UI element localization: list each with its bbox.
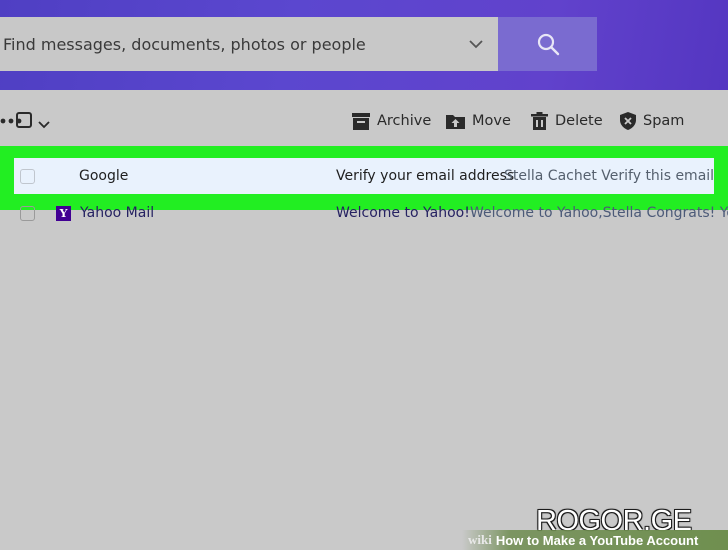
message-snippet: Stella Cachet Verify this email is y [504, 168, 714, 184]
wikihow-caption: wiki How to Make a YouTube Account [462, 530, 728, 550]
chevron-down-icon [38, 121, 50, 129]
select-options-dropdown[interactable] [38, 114, 50, 133]
chevron-down-icon [469, 39, 483, 48]
search-box [0, 17, 498, 71]
yahoo-logo-icon: Y [56, 206, 71, 221]
message-checkbox[interactable] [20, 169, 35, 184]
message-subject: Welcome to Yahoo! [336, 205, 470, 221]
search-icon [537, 33, 559, 56]
archive-label: Archive [377, 113, 432, 129]
message-checkbox[interactable] [20, 206, 35, 221]
spam-button[interactable]: Spam [620, 110, 684, 132]
move-icon [446, 115, 465, 129]
message-sender: Yahoo Mail [80, 205, 155, 221]
archive-button[interactable]: Archive [352, 110, 431, 132]
delete-label: Delete [555, 113, 603, 129]
archive-icon [352, 112, 370, 130]
move-button[interactable]: Move [446, 110, 511, 132]
message-row-yahoo[interactable]: Y Yahoo Mail Welcome to Yahoo! Welcome t… [0, 196, 728, 230]
search-input[interactable] [0, 17, 454, 71]
message-sender: Google [79, 168, 129, 184]
message-snippet: Welcome to Yahoo,Stella Congrats! Your [470, 205, 728, 221]
app-header [0, 0, 728, 90]
move-label: Move [472, 113, 511, 129]
wiki-word: wiki [468, 532, 492, 547]
spam-label: Spam [643, 113, 685, 129]
delete-button[interactable]: Delete [531, 110, 603, 132]
trash-icon [531, 112, 548, 130]
message-subject: Verify your email address [336, 168, 515, 184]
wikihow-title: How to Make a YouTube Account [495, 532, 699, 548]
select-all-checkbox[interactable] [16, 112, 32, 128]
shield-icon [620, 112, 636, 130]
message-toolbar: Archive Move Delete Spam [0, 90, 728, 146]
search-button[interactable] [498, 17, 597, 71]
search-options-dropdown[interactable] [454, 17, 498, 71]
message-row-google[interactable]: Google Verify your email address Stella … [14, 158, 714, 194]
